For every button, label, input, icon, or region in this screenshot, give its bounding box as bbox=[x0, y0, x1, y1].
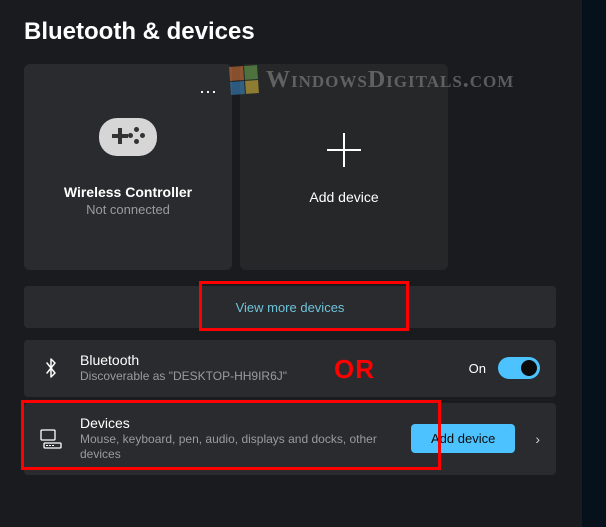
plus-icon bbox=[323, 129, 365, 171]
devices-row[interactable]: Devices Mouse, keyboard, pen, audio, dis… bbox=[24, 403, 556, 475]
add-device-button[interactable]: Add device bbox=[411, 424, 515, 453]
device-tile-status: Not connected bbox=[86, 202, 170, 217]
devices-icon bbox=[40, 429, 62, 449]
devices-title: Devices bbox=[80, 415, 399, 431]
view-more-devices-button[interactable]: View more devices bbox=[24, 286, 556, 328]
settings-page: Bluetooth & devices ⋯ Wireless Controlle… bbox=[0, 0, 580, 527]
bluetooth-title: Bluetooth bbox=[80, 352, 469, 368]
add-device-tile-label: Add device bbox=[309, 189, 378, 205]
devices-subtitle: Mouse, keyboard, pen, audio, displays an… bbox=[80, 432, 399, 463]
add-device-tile[interactable]: Add device bbox=[240, 64, 448, 270]
device-tile-wireless-controller[interactable]: ⋯ Wireless Controller Not connected bbox=[24, 64, 232, 270]
bluetooth-toggle[interactable] bbox=[498, 357, 540, 379]
device-tile-name: Wireless Controller bbox=[64, 184, 192, 200]
bluetooth-row: Bluetooth Discoverable as "DESKTOP-HH9IR… bbox=[24, 340, 556, 397]
bluetooth-toggle-state: On bbox=[469, 361, 486, 376]
right-margin-strip bbox=[582, 0, 606, 527]
annotation-or-text: OR bbox=[334, 354, 375, 385]
page-title: Bluetooth & devices bbox=[24, 18, 556, 46]
tile-more-icon[interactable]: ⋯ bbox=[199, 82, 218, 103]
chevron-right-icon[interactable]: › bbox=[535, 431, 540, 447]
game-controller-icon bbox=[99, 118, 157, 156]
toggle-knob bbox=[521, 360, 537, 376]
view-more-devices-label: View more devices bbox=[236, 300, 345, 315]
device-tiles-row: ⋯ Wireless Controller Not connected Add … bbox=[24, 64, 556, 270]
bluetooth-icon bbox=[40, 357, 62, 379]
